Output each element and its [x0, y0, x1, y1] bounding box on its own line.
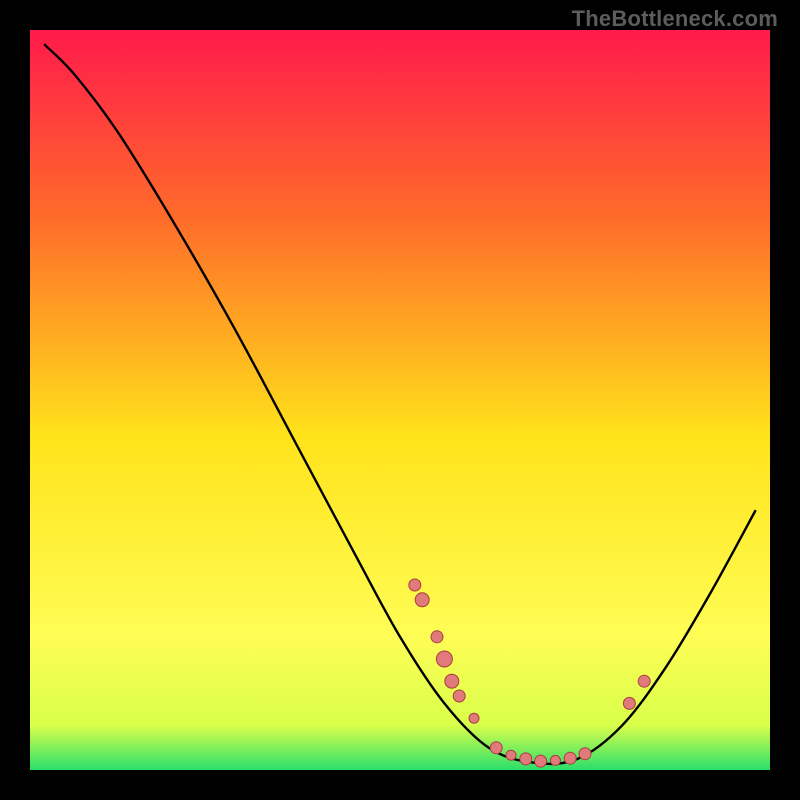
data-marker: [579, 748, 591, 760]
data-marker: [535, 755, 547, 767]
data-marker: [436, 651, 452, 667]
data-marker: [445, 674, 459, 688]
chart-container: TheBottleneck.com: [0, 0, 800, 800]
data-marker: [453, 690, 465, 702]
data-marker: [409, 579, 421, 591]
data-marker: [550, 755, 560, 765]
data-marker: [490, 742, 502, 754]
data-marker: [564, 752, 576, 764]
data-marker: [520, 753, 532, 765]
data-marker: [623, 697, 635, 709]
watermark-text: TheBottleneck.com: [572, 6, 778, 32]
data-marker: [638, 675, 650, 687]
bottleneck-chart: [30, 30, 770, 770]
gradient-background: [30, 30, 770, 770]
data-marker: [469, 713, 479, 723]
data-marker: [415, 593, 429, 607]
data-marker: [506, 750, 516, 760]
data-marker: [431, 631, 443, 643]
